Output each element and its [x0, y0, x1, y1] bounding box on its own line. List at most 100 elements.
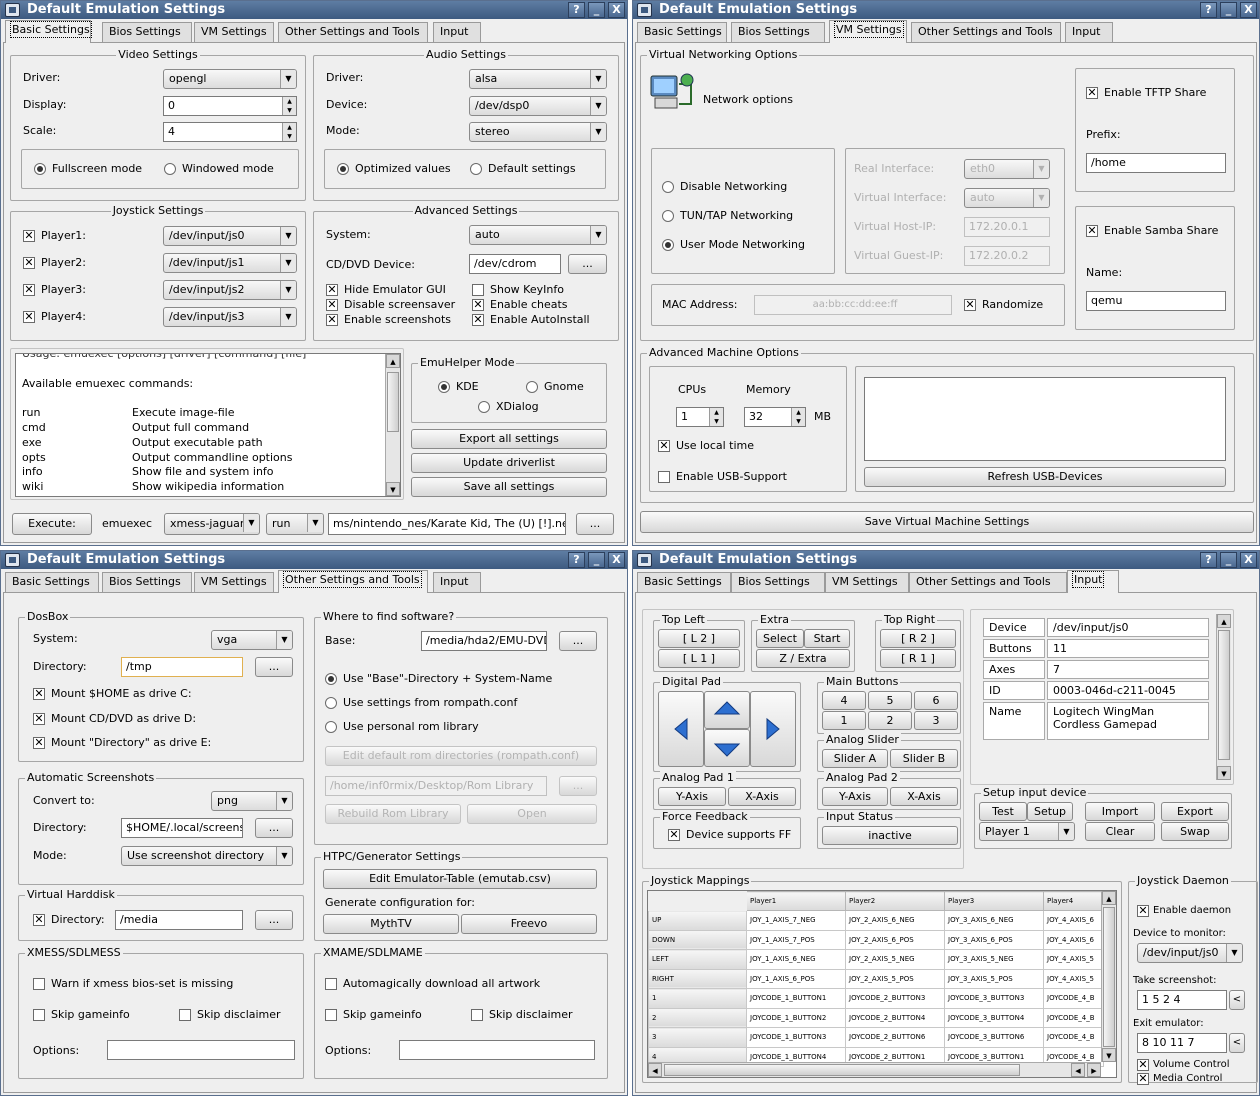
mapping-cell[interactable]: JOY_3_AXIS_6_POS: [944, 929, 1044, 950]
screenshot-directory-input[interactable]: $HOME/.local/screens: [121, 818, 243, 838]
system-combo[interactable]: auto: [469, 225, 607, 245]
enable-daemon-checkbox[interactable]: ✕: [1137, 905, 1149, 917]
browse-rom-library-button[interactable]: ...: [559, 776, 597, 796]
xmame-options-input[interactable]: [399, 1040, 595, 1060]
edit-rom-directories-button[interactable]: Edit default rom directories (rompath.co…: [325, 746, 597, 766]
button-5[interactable]: 5: [868, 691, 912, 710]
clear-screenshot-button[interactable]: <: [1229, 990, 1245, 1010]
windowed-radio[interactable]: [164, 163, 176, 175]
close-button[interactable]: X: [1240, 552, 1257, 568]
minimize-button[interactable]: _: [588, 2, 605, 18]
tab-vm-settings[interactable]: VM Settings: [194, 22, 274, 42]
freevo-button[interactable]: Freevo: [461, 914, 597, 934]
column-header[interactable]: Player4: [1043, 891, 1104, 911]
cdrom-input[interactable]: /dev/cdrom: [469, 254, 561, 274]
mapping-cell[interactable]: JOY_2_AXIS_5_NEG: [845, 949, 945, 970]
l1-button[interactable]: [ L 1 ]: [658, 649, 740, 668]
scroll-down-icon[interactable]: ▼: [1217, 766, 1231, 780]
help-button[interactable]: ?: [568, 2, 585, 18]
browse-screenshot-dir-button[interactable]: ...: [255, 818, 293, 838]
enable-screenshots-checkbox[interactable]: ✕: [326, 314, 338, 326]
button-4[interactable]: 4: [822, 691, 866, 710]
hide-gui-checkbox[interactable]: ✕: [326, 284, 338, 296]
player2-device-combo[interactable]: /dev/input/js1: [163, 253, 297, 273]
usb-device-list[interactable]: [864, 377, 1226, 461]
mapping-cell[interactable]: JOYCODE_4_B: [1043, 1007, 1104, 1028]
dpad-right-button[interactable]: [750, 691, 796, 767]
volume-control-checkbox[interactable]: ✕: [1137, 1059, 1149, 1071]
tab-vm-settings[interactable]: VM Settings: [825, 572, 909, 592]
help-button[interactable]: ?: [568, 552, 585, 568]
warn-bios-checkbox[interactable]: [33, 978, 45, 990]
dosbox-directory-input[interactable]: /tmp: [121, 657, 243, 677]
select-button[interactable]: Select: [756, 629, 804, 648]
swap-button[interactable]: Swap: [1161, 822, 1229, 841]
real-interface-combo[interactable]: eth0: [964, 159, 1050, 179]
tab-vm-settings[interactable]: VM Settings: [194, 572, 274, 592]
device-info-scrollbar[interactable]: ▲ ▼: [1216, 614, 1231, 780]
scroll-left-icon[interactable]: ◀: [648, 1063, 662, 1077]
randomize-checkbox[interactable]: ✕: [964, 299, 976, 311]
scroll-up-icon[interactable]: ▲: [1217, 614, 1231, 628]
audio-driver-combo[interactable]: alsa: [469, 69, 607, 89]
samba-name-input[interactable]: qemu: [1086, 291, 1226, 311]
mapping-cell[interactable]: JOYCODE_2_BUTTON6: [845, 1027, 945, 1048]
tab-input[interactable]: Input: [1065, 22, 1113, 42]
tab-bios-settings[interactable]: Bios Settings: [102, 22, 192, 42]
mount-cdrom-checkbox[interactable]: ✕: [33, 713, 45, 725]
show-keyinfo-checkbox[interactable]: [472, 284, 484, 296]
player2-checkbox[interactable]: ✕: [23, 257, 35, 269]
r1-button[interactable]: [ R 1 ]: [880, 649, 956, 668]
xmess-options-input[interactable]: [107, 1040, 295, 1060]
pad2-x-axis-button[interactable]: X-Axis: [890, 787, 958, 806]
scroll-down-icon[interactable]: ▼: [386, 482, 400, 496]
xmess-skip-disclaimer-checkbox[interactable]: [179, 1009, 191, 1021]
exit-combo-input[interactable]: 8 10 11 7: [1137, 1033, 1227, 1053]
rom-library-input[interactable]: /home/inf0rmix/Desktop/Rom Library: [325, 776, 547, 796]
edit-emulator-table-button[interactable]: Edit Emulator-Table (emutab.csv): [323, 869, 597, 889]
tab-bios-settings[interactable]: Bios Settings: [731, 572, 825, 592]
dpad-left-button[interactable]: [658, 691, 704, 767]
enable-autoinstall-checkbox[interactable]: ✕: [472, 314, 484, 326]
xmame-skip-gameinfo-checkbox[interactable]: [325, 1009, 337, 1021]
player4-checkbox[interactable]: ✕: [23, 311, 35, 323]
player-select-combo[interactable]: Player 1: [979, 822, 1075, 841]
help-button[interactable]: ?: [1200, 2, 1217, 18]
host-ip-input[interactable]: 172.20.0.1: [964, 217, 1050, 237]
mapping-cell[interactable]: JOYCODE_3_BUTTON3: [944, 988, 1044, 1009]
mapping-cell[interactable]: JOYCODE_3_BUTTON6: [944, 1027, 1044, 1048]
clear-exit-button[interactable]: <: [1229, 1033, 1245, 1053]
mapping-cell[interactable]: JOY_4_AXIS_6: [1043, 910, 1104, 931]
tab-basic-settings[interactable]: Basic Settings: [5, 20, 92, 43]
mapping-cell[interactable]: JOY_2_AXIS_6_POS: [845, 929, 945, 950]
save-all-settings-button[interactable]: Save all settings: [411, 477, 607, 497]
scroll-thumb[interactable]: [1218, 630, 1230, 760]
test-button[interactable]: Test: [979, 802, 1027, 821]
slider-b-button[interactable]: Slider B: [890, 749, 958, 768]
auto-artwork-checkbox[interactable]: [325, 978, 337, 990]
optimized-radio[interactable]: [337, 163, 349, 175]
scroll-up-icon[interactable]: ▲: [1102, 891, 1116, 905]
player3-checkbox[interactable]: ✕: [23, 284, 35, 296]
update-driverlist-button[interactable]: Update driverlist: [411, 453, 607, 473]
scroll-left-icon[interactable]: ◀: [1071, 1063, 1085, 1077]
mappings-table-view[interactable]: Player1 Player2 Player3 Player4 UP JOY_1_AXI…: [647, 890, 1117, 1078]
mac-address-input[interactable]: aa:bb:cc:dd:ee:ff: [754, 295, 952, 315]
enable-cheats-checkbox[interactable]: ✕: [472, 299, 484, 311]
monitor-device-combo[interactable]: /dev/input/js0: [1137, 943, 1243, 963]
mapping-cell[interactable]: JOY_2_AXIS_5_POS: [845, 968, 945, 989]
browse-harddisk-button[interactable]: ...: [255, 910, 293, 930]
browse-cdrom-button[interactable]: ...: [568, 254, 607, 274]
display-spinbox[interactable]: 0: [163, 96, 297, 116]
browse-file-button[interactable]: ...: [576, 513, 614, 535]
mapping-cell[interactable]: JOY_1_AXIS_7_NEG: [746, 910, 846, 931]
use-personal-library-radio[interactable]: [325, 721, 337, 733]
tab-basic-settings[interactable]: Basic Settings: [5, 572, 99, 592]
close-button[interactable]: X: [1240, 2, 1257, 18]
mapping-cell[interactable]: JOYCODE_1_BUTTON1: [746, 988, 846, 1009]
dpad-down-button[interactable]: [704, 729, 750, 767]
disable-screensaver-checkbox[interactable]: ✕: [326, 299, 338, 311]
tuntap-networking-radio[interactable]: [662, 210, 674, 222]
mappings-horizontal-scrollbar[interactable]: ◀ ◀ ▶: [648, 1062, 1101, 1077]
mapping-cell[interactable]: JOYCODE_2_BUTTON3: [845, 988, 945, 1009]
